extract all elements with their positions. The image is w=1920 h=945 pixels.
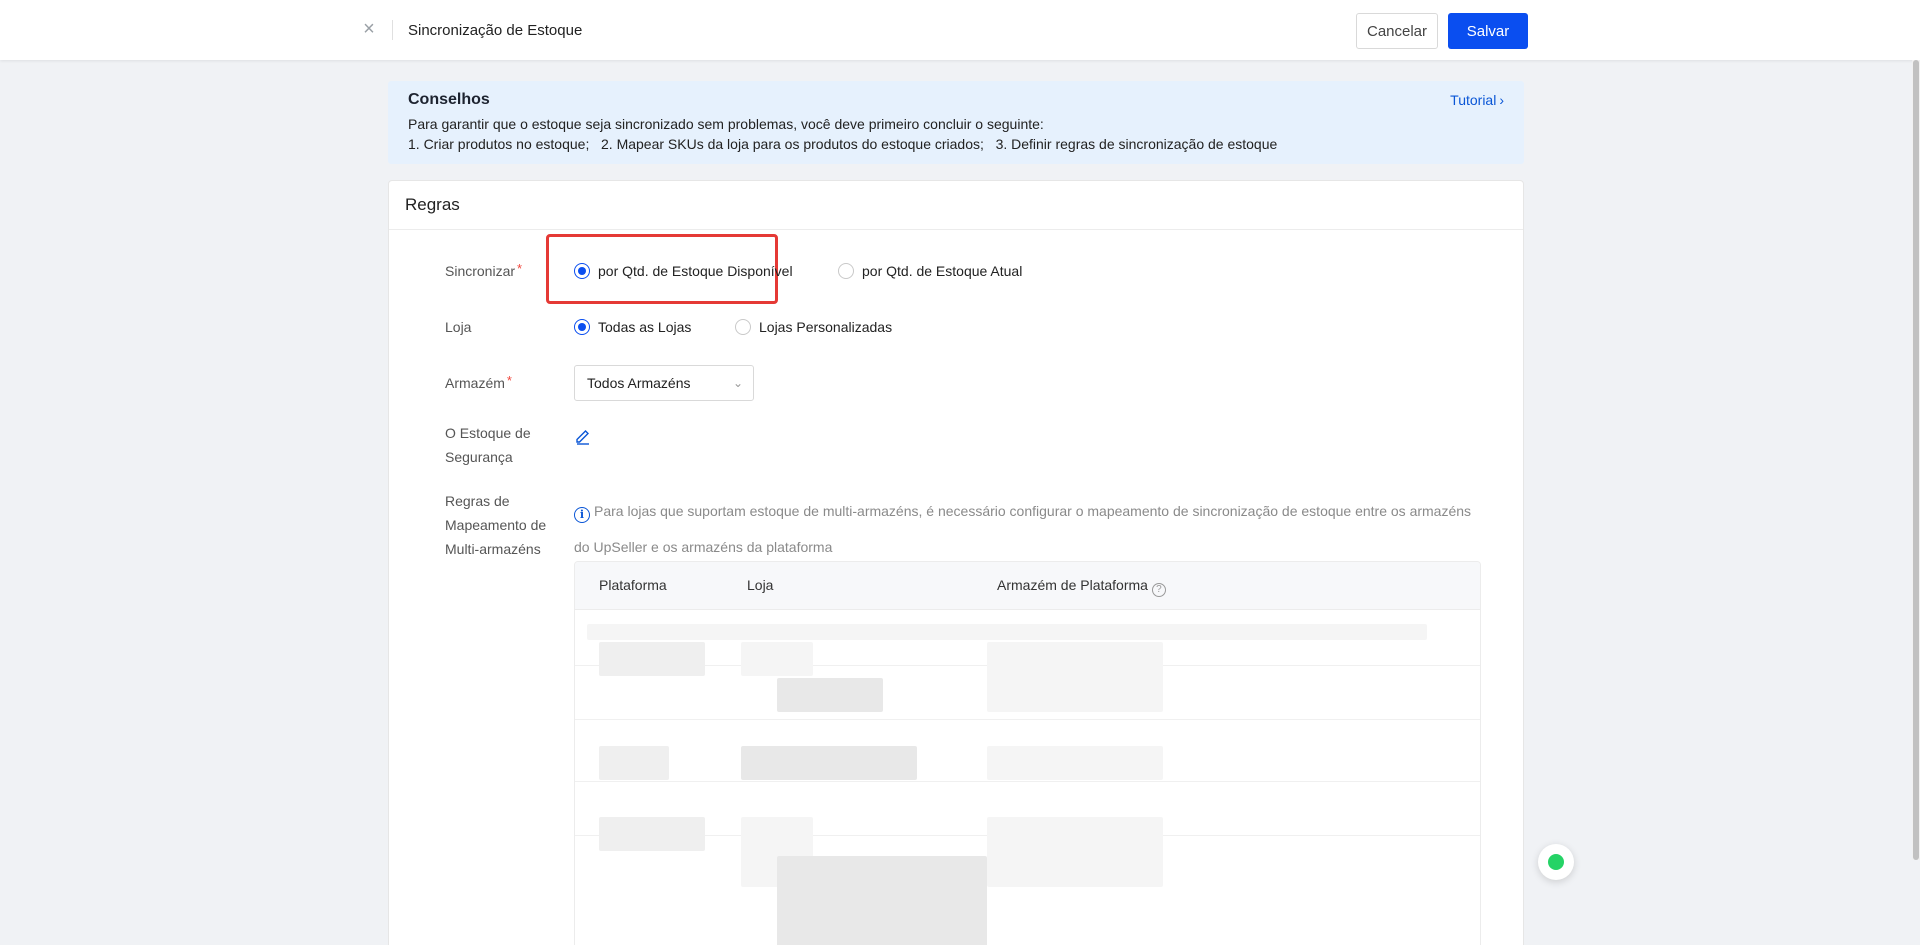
scrollbar-thumb[interactable] — [1913, 60, 1919, 860]
blurred-content — [987, 642, 1163, 712]
table-row-divider — [575, 781, 1480, 782]
radio-unchecked-icon — [735, 319, 751, 335]
tips-banner: Conselhos Para garantir que o estoque se… — [388, 81, 1524, 164]
page-title: Sincronização de Estoque — [408, 22, 583, 39]
tips-line-2: 1. Criar produtos no estoque; 2. Mapear … — [408, 136, 1278, 152]
table-header: Plataforma Loja Armazém de Plataforma? — [575, 562, 1480, 610]
safety-stock-label-line2: Segurança — [445, 449, 513, 465]
sync-label-text: Sincronizar — [445, 263, 516, 279]
rules-card: Regras Sincronizar * por Qtd. de Estoque … — [388, 180, 1524, 945]
radio-sync-current-label: por Qtd. de Estoque Atual — [862, 263, 1023, 279]
radio-checked-icon — [574, 319, 590, 335]
safety-stock-label: O Estoque de Segurança — [445, 421, 531, 469]
whatsapp-icon — [1548, 854, 1564, 870]
safety-stock-label-line1: O Estoque de — [445, 425, 531, 441]
mapping-label: Regras de Mapeamento de Multi-armazéns — [445, 489, 546, 561]
tips-line-1: Para garantir que o estoque seja sincron… — [408, 116, 1044, 132]
radio-store-custom-label: Lojas Personalizadas — [759, 319, 893, 335]
tutorial-link[interactable]: Tutorial › — [1450, 92, 1504, 108]
warehouse-select-value: Todos Armazéns — [587, 375, 691, 391]
help-icon[interactable]: ? — [1151, 583, 1166, 597]
top-divider — [392, 20, 393, 40]
mapping-label-line3: Multi-armazéns — [445, 541, 541, 557]
blurred-content — [987, 817, 1163, 887]
column-header-platform: Plataforma — [599, 577, 667, 593]
mapping-table: Plataforma Loja Armazém de Plataforma? — [574, 561, 1481, 945]
page-scrollbar[interactable] — [1912, 60, 1920, 860]
warehouse-select[interactable]: Todos Armazéns ⌄ — [574, 365, 754, 401]
radio-sync-available-label: por Qtd. de Estoque Disponível — [598, 263, 793, 279]
radio-store-all-label: Todas as Lojas — [598, 319, 692, 335]
card-divider — [389, 229, 1523, 230]
blurred-content — [587, 624, 1427, 640]
blurred-content — [741, 746, 917, 780]
chevron-right-icon: › — [1499, 92, 1504, 108]
tips-title: Conselhos — [408, 91, 490, 108]
table-row-divider — [575, 719, 1480, 720]
radio-sync-current[interactable]: por Qtd. de Estoque Atual — [838, 263, 1022, 279]
blurred-content — [741, 642, 813, 676]
column-header-store: Loja — [747, 577, 774, 593]
blurred-content — [599, 642, 705, 676]
blurred-content — [777, 678, 883, 712]
chevron-down-icon: ⌄ — [732, 376, 743, 390]
radio-unchecked-icon — [838, 263, 854, 279]
close-icon[interactable]: × — [358, 17, 380, 41]
whatsapp-button[interactable] — [1538, 844, 1574, 880]
blurred-content — [599, 817, 705, 851]
blurred-content — [599, 746, 669, 780]
column-header-platform-warehouse: Armazém de Plataforma? — [997, 577, 1166, 597]
required-mark: * — [506, 373, 512, 388]
cancel-button[interactable]: Cancelar — [1356, 13, 1438, 49]
mapping-info-text: Para lojas que suportam estoque de multi… — [574, 503, 1472, 555]
warehouse-label: Armazém * — [445, 371, 512, 396]
mapping-label-line1: Regras de — [445, 493, 510, 509]
tutorial-label: Tutorial — [1450, 92, 1497, 108]
radio-checked-icon — [574, 263, 590, 279]
store-label: Loja — [445, 319, 472, 335]
info-icon: i — [574, 507, 590, 523]
edit-icon[interactable] — [574, 427, 592, 445]
blurred-content — [987, 746, 1163, 780]
radio-store-custom[interactable]: Lojas Personalizadas — [735, 319, 892, 335]
mapping-label-line2: Mapeamento de — [445, 517, 547, 533]
radio-sync-available[interactable]: por Qtd. de Estoque Disponível — [574, 263, 793, 279]
radio-store-all[interactable]: Todas as Lojas — [574, 319, 691, 335]
warehouse-label-text: Armazém — [445, 375, 505, 391]
save-button[interactable]: Salvar — [1448, 13, 1528, 49]
required-mark: * — [517, 261, 523, 276]
column-header-platform-warehouse-label: Armazém de Plataforma — [997, 577, 1148, 593]
mapping-info: i Para lojas que suportam estoque de mult… — [574, 493, 1484, 565]
sync-label: Sincronizar * — [445, 259, 522, 284]
rules-title: Regras — [405, 195, 460, 214]
top-bar: × Sincronização de Estoque Cancelar Salv… — [0, 0, 1920, 60]
blurred-content — [777, 856, 987, 945]
